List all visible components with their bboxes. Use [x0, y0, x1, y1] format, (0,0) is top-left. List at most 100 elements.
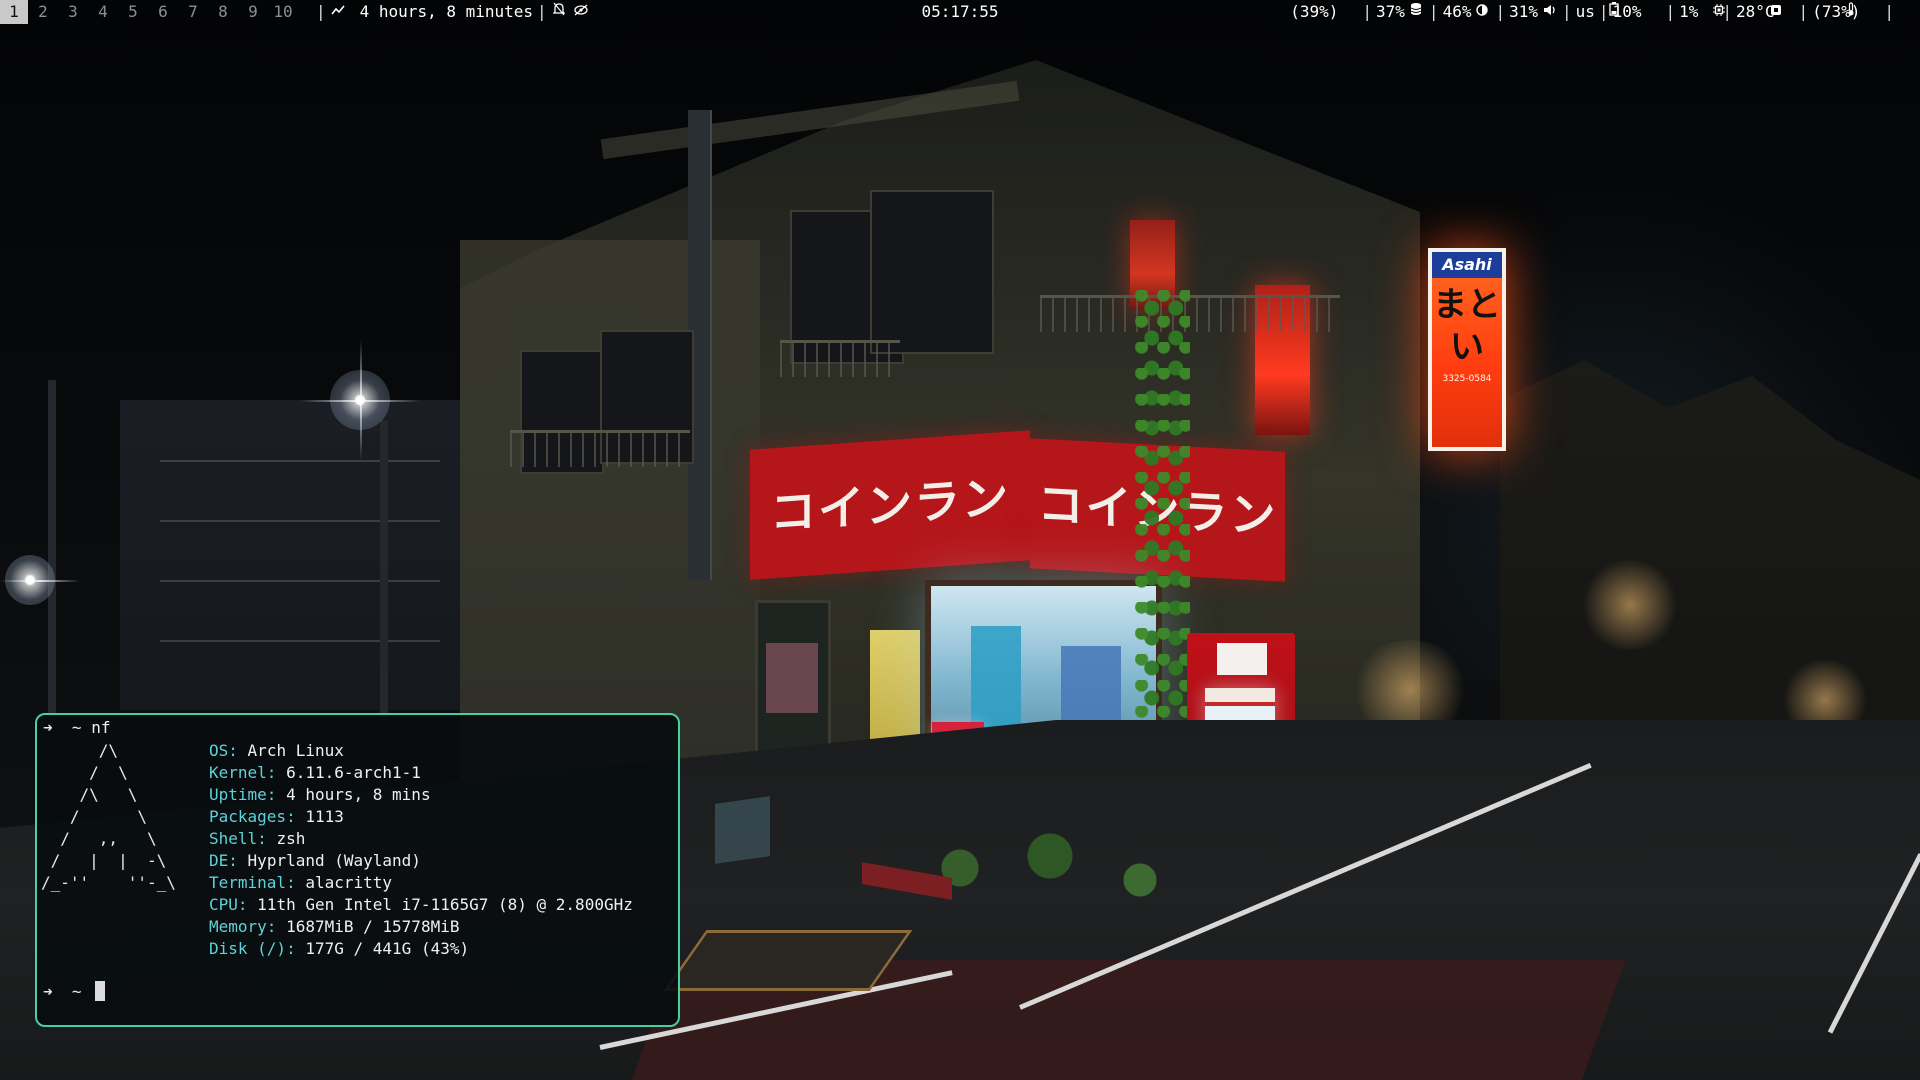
fastfetch-value: 4 hours, 8 mins: [286, 785, 431, 804]
separator: |: [537, 2, 547, 21]
notification-bell-icon[interactable]: [551, 0, 567, 24]
fastfetch-value: Arch Linux: [247, 741, 344, 760]
fastfetch-value: zsh: [276, 829, 306, 848]
fastfetch-row: Kernel: 6.11.6-arch1-1: [209, 762, 633, 784]
fastfetch-key: Disk (/):: [209, 939, 296, 958]
storage-module[interactable]: (39%): [1290, 0, 1422, 48]
clock[interactable]: 05:17:55: [921, 2, 998, 21]
separator: |: [1428, 2, 1439, 21]
workspace-switcher: 1 2 3 4 5 6 7 8 9 10: [0, 0, 298, 24]
cpu-module[interactable]: 10%: [1612, 0, 1725, 48]
fastfetch-row: Uptime: 4 hours, 8 mins: [209, 784, 633, 806]
brightness-module[interactable]: 37%: [1376, 0, 1489, 48]
coin-laundry-sign-left: コインランドリー: [750, 430, 1030, 580]
fastfetch-key: Memory:: [209, 917, 277, 936]
asahi-brand: Asahi: [1432, 252, 1502, 278]
fastfetch-row: Disk (/): 177G / 441G (43%): [209, 938, 633, 960]
database-icon: [1342, 0, 1422, 48]
memory-chip-icon: [1702, 0, 1781, 48]
fastfetch-row: Shell: zsh: [209, 828, 633, 850]
workspace-3[interactable]: 3: [58, 0, 88, 24]
workspace-10[interactable]: 10: [268, 0, 298, 24]
fastfetch-value: Hyprland (Wayland): [247, 851, 421, 870]
uptime-graph-icon: [330, 0, 346, 24]
workspace-2[interactable]: 2: [28, 0, 58, 24]
utility-pole: [48, 380, 56, 720]
battery-value: 31%: [1509, 2, 1539, 21]
separator: |: [1495, 2, 1506, 21]
prompt-line: ➜ ~ nf: [43, 717, 110, 739]
separator: |: [1598, 2, 1609, 21]
asahi-number: 3325-0584: [1442, 374, 1492, 384]
uptime-text: 4 hours, 8 minutes: [359, 2, 534, 21]
network-wifi-icon[interactable]: [1898, 0, 1914, 48]
memory-module[interactable]: 1%: [1679, 0, 1781, 48]
brightness-icon: [1409, 0, 1489, 48]
memory-value: 1%: [1679, 2, 1699, 21]
separator: |: [316, 2, 326, 21]
fastfetch-key: Kernel:: [209, 763, 277, 782]
warm-light: [1580, 560, 1680, 650]
fastfetch-value: alacritty: [305, 873, 393, 892]
prompt-line[interactable]: ➜ ~: [43, 981, 106, 1003]
prompt-cwd: ~: [71, 718, 82, 737]
building-window: [870, 190, 994, 354]
separator: |: [1722, 2, 1733, 21]
wifi-module[interactable]: (73%): [1812, 0, 1880, 48]
fastfetch-row: CPU: 11th Gen Intel i7-1165G7 (8) @ 2.80…: [209, 894, 633, 916]
fastfetch-key: Uptime:: [209, 785, 277, 804]
cpu-chip-icon: [1645, 0, 1725, 48]
prompt-arrow: ➜: [43, 718, 53, 737]
wifi-value: (73%): [1812, 2, 1861, 21]
workspace-6[interactable]: 6: [148, 0, 178, 24]
battery-module[interactable]: 31%: [1509, 0, 1620, 48]
separator: |: [1562, 2, 1572, 21]
fastfetch-key: Packages:: [209, 807, 296, 826]
separator: |: [1884, 2, 1894, 21]
keyboard-layout-value: us: [1575, 2, 1595, 21]
status-bar: 1 2 3 4 5 6 7 8 9 10 | 4 hours, 8 minutes | 05:17…: [0, 0, 1920, 24]
asahi-sign: Asahi まとい 3325-0584: [1428, 248, 1506, 451]
separator: |: [1798, 2, 1809, 21]
manhole-cover: [663, 930, 913, 991]
workspace-5[interactable]: 5: [118, 0, 148, 24]
balcony-railing: [1040, 295, 1340, 332]
terminal-window[interactable]: ➜ ~ nf /\ / \ /\ \ / \ / ,, \ / | | -\ /…: [35, 713, 680, 1027]
workspace-9[interactable]: 9: [238, 0, 268, 24]
keyboard-layout-module[interactable]: us: [1576, 0, 1595, 24]
balcony-railing: [780, 340, 900, 377]
fastfetch-key: DE:: [209, 851, 238, 870]
fastfetch-value: 11th Gen Intel i7-1165G7 (8) @ 2.800GHz: [257, 895, 633, 914]
volume-value: 46%: [1442, 2, 1472, 21]
street-lamp-pole: [380, 420, 388, 720]
workspace-8[interactable]: 8: [208, 0, 238, 24]
workspace-1[interactable]: 1: [0, 0, 28, 24]
temperature-value: 28°C: [1736, 2, 1775, 21]
balcony-railing: [510, 430, 690, 467]
fastfetch-value: 177G / 441G (43%): [305, 939, 470, 958]
fastfetch-row: OS: Arch Linux: [209, 740, 633, 762]
left-modules: | 4 hours, 8 minutes |: [312, 0, 589, 24]
fastfetch-value: 6.11.6-arch1-1: [286, 763, 421, 782]
thermometer-icon: [1779, 0, 1854, 48]
fastfetch-value: 1113: [305, 807, 344, 826]
workspace-4[interactable]: 4: [88, 0, 118, 24]
separator: |: [1362, 2, 1373, 21]
fastfetch-key: OS:: [209, 741, 238, 760]
volume-module[interactable]: 46%: [1442, 0, 1555, 48]
fastfetch-row: Terminal: alacritty: [209, 872, 633, 894]
workspace-7[interactable]: 7: [178, 0, 208, 24]
prompt-cwd: ~: [71, 982, 82, 1001]
plastic-chair: [715, 796, 770, 864]
fastfetch-row: DE: Hyprland (Wayland): [209, 850, 633, 872]
idle-inhibitor-eye-icon[interactable]: [573, 0, 589, 24]
wifi-icon: [1864, 0, 1880, 48]
fastfetch-key: Terminal:: [209, 873, 296, 892]
temperature-module[interactable]: 28°C: [1736, 0, 1854, 48]
asahi-kanji: まとい: [1433, 285, 1501, 367]
fastfetch-key: CPU:: [209, 895, 248, 914]
cpu-value: 10%: [1612, 2, 1642, 21]
fastfetch-value: 1687MiB / 15778MiB: [286, 917, 460, 936]
right-modules: (39%) | 37% | 46% | 31% | us | 10% | 1% …: [1290, 0, 1914, 24]
prompt-command: nf: [91, 718, 111, 737]
